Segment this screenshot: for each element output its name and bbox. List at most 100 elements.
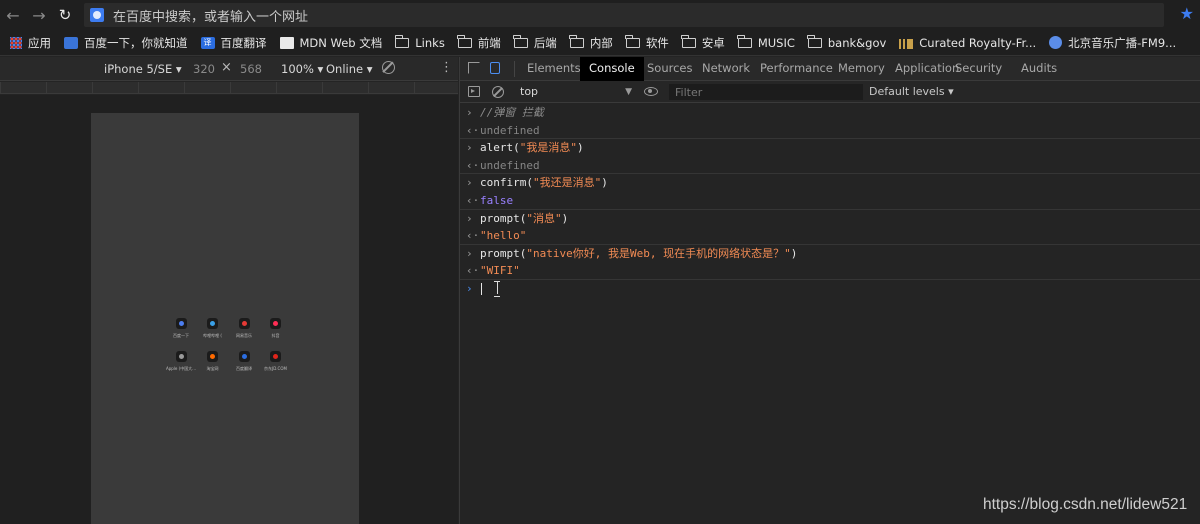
rotate-icon[interactable] <box>382 61 395 74</box>
dimension-times-icon: × <box>221 60 232 75</box>
console-input-line: › prompt("消息") <box>460 210 1200 228</box>
tab-sources[interactable]: Sources <box>638 57 702 81</box>
app-label: 京东JD.COM <box>264 366 287 371</box>
console-token: undefined <box>480 123 540 137</box>
tab-audits[interactable]: Audits <box>1012 57 1066 81</box>
bookmark-item[interactable]: Curated Royalty-Fr... <box>893 32 1043 54</box>
bookmark-star-icon[interactable]: ★ <box>1180 4 1194 23</box>
console-token: ) <box>561 211 569 225</box>
zoom-select[interactable]: 100% ▾ <box>281 62 323 76</box>
folder-icon <box>625 34 640 48</box>
bookmark-item[interactable]: 内部 <box>564 32 620 54</box>
browser-toolbar: ← → ↻ 在百度中搜索，或者输入一个网址 ★ <box>0 0 1200 30</box>
bookmark-label: 后端 <box>533 35 557 50</box>
bookmark-item[interactable]: 译百度翻译 <box>195 32 274 54</box>
result-arrow-icon: ‹· <box>466 229 480 243</box>
bookmark-label: 软件 <box>645 35 669 50</box>
context-select[interactable]: top ▼ <box>516 84 634 100</box>
inspect-element-icon[interactable] <box>468 62 480 74</box>
bookmark-item[interactable]: MDN Web 文档 <box>274 32 390 54</box>
console-token: alert( <box>480 141 520 155</box>
result-arrow-icon: ‹· <box>466 193 480 207</box>
bookmark-item[interactable]: 软件 <box>620 32 676 54</box>
radio-icon <box>1049 36 1063 49</box>
console-result-line: ‹· false <box>460 192 1200 210</box>
phone-app-tile[interactable]: 京东JD.COM <box>258 351 294 372</box>
app-icon-dot <box>241 354 247 359</box>
tab-elements[interactable]: Elements <box>518 57 590 81</box>
log-levels-select[interactable]: Default levels ▾ <box>869 84 954 100</box>
input-chevron-icon: › <box>466 141 473 155</box>
tab-console[interactable]: Console <box>580 57 644 81</box>
console-sidebar-icon[interactable] <box>468 86 480 97</box>
bookmark-label: Links <box>415 35 445 50</box>
devtools-panel: Elements Console Sources Network Performance… <box>459 57 1200 524</box>
console-result-line: ‹· "WIFI" <box>460 262 1200 280</box>
back-arrow-icon[interactable]: ← <box>0 2 26 28</box>
network-throttle-select[interactable]: Online ▾ <box>326 62 373 76</box>
bookmark-label: 百度翻译 <box>220 35 267 50</box>
input-chevron-icon: › <box>466 246 473 260</box>
bookmark-label: 安卓 <box>701 35 725 50</box>
console-result-line: ‹· "hello" <box>460 227 1200 245</box>
bookmark-item[interactable]: 安卓 <box>676 32 732 54</box>
more-options-icon[interactable]: ⋮ <box>440 60 453 75</box>
console-token: ) <box>577 141 584 155</box>
bookmark-item[interactable]: 百度一下，你就知道 <box>58 32 195 54</box>
emulated-viewport: 百度一下 哔哩哔哩 (网易音乐 抖音 Apple (中国大... 淘宝网 百度翻译 京东JD… <box>0 95 458 524</box>
console-token: "native你好, 我是Web, 现在手机的网络状态是？" <box>526 246 791 260</box>
bookmark-item[interactable]: bank&gov <box>802 32 893 54</box>
live-expression-eye-icon[interactable] <box>644 87 658 96</box>
phone-screen[interactable]: 百度一下 哔哩哔哩 (网易音乐 抖音 Apple (中国大... 淘宝网 百度翻译 京东JD… <box>91 113 359 524</box>
device-select[interactable]: iPhone 5/SE ▾ <box>104 62 182 76</box>
bookmark-label: 百度一下，你就知道 <box>84 35 188 50</box>
device-width-input[interactable]: 320 <box>193 62 215 76</box>
console-token: prompt( <box>480 211 527 225</box>
result-arrow-icon: ‹· <box>466 123 480 137</box>
bookmark-item[interactable]: Links <box>389 32 452 54</box>
device-toggle-icon[interactable] <box>490 62 500 74</box>
bookmark-label: 内部 <box>589 35 613 50</box>
bookmark-item[interactable]: MUSIC <box>732 32 802 54</box>
bookmark-label: 应用 <box>28 35 51 50</box>
forward-arrow-icon[interactable]: → <box>26 2 52 28</box>
bookmark-item[interactable]: 前端 <box>452 32 508 54</box>
folder-icon <box>394 34 410 48</box>
baidu-search-icon <box>90 8 104 22</box>
console-input-line: › prompt("native你好, 我是Web, 现在手机的网络状态是？") <box>460 245 1200 263</box>
clear-console-icon[interactable] <box>492 86 504 98</box>
console-prompt[interactable]: › <box>460 280 1200 298</box>
reload-icon[interactable]: ↻ <box>52 2 78 28</box>
input-chevron-icon: › <box>466 106 473 119</box>
bars-icon <box>899 36 914 49</box>
bookmark-label: 前端 <box>477 35 501 50</box>
tab-network[interactable]: Network <box>693 57 759 81</box>
address-placeholder[interactable]: 在百度中搜索，或者输入一个网址 <box>113 6 308 25</box>
zoom-value: 100% <box>281 62 314 76</box>
tab-divider <box>514 61 515 77</box>
tab-memory[interactable]: Memory <box>829 57 894 81</box>
bookmark-item[interactable]: 应用 <box>4 32 58 54</box>
address-bar[interactable]: 在百度中搜索，或者输入一个网址 <box>84 3 1164 27</box>
console-result-line: ‹· undefined <box>460 122 1200 140</box>
input-chevron-icon: › <box>466 211 473 225</box>
folder-icon <box>737 34 752 48</box>
bookmark-item[interactable]: 后端 <box>508 32 564 54</box>
device-ruler <box>0 82 458 94</box>
result-arrow-icon: ‹· <box>466 158 480 172</box>
app-icon-dot <box>178 321 184 326</box>
console-token: ) <box>790 246 798 260</box>
tab-security[interactable]: Security <box>946 57 1011 81</box>
console-token: confirm( <box>480 176 533 190</box>
network-value: Online <box>326 62 364 76</box>
bookmark-item[interactable]: 北京音乐广播-FM9... <box>1043 32 1183 54</box>
bookmark-label: bank&gov <box>827 35 887 50</box>
phone-app-tile[interactable]: 抖音 <box>258 318 294 339</box>
app-icon <box>175 351 187 362</box>
result-arrow-icon: ‹· <box>466 264 480 278</box>
console-filter-input[interactable] <box>669 84 863 100</box>
log-levels-value: Default levels <box>869 85 945 98</box>
console-toolbar: top ▼ Default levels ▾ <box>460 81 1200 103</box>
console-token: ) <box>601 176 608 190</box>
device-height-input[interactable]: 568 <box>240 62 262 76</box>
